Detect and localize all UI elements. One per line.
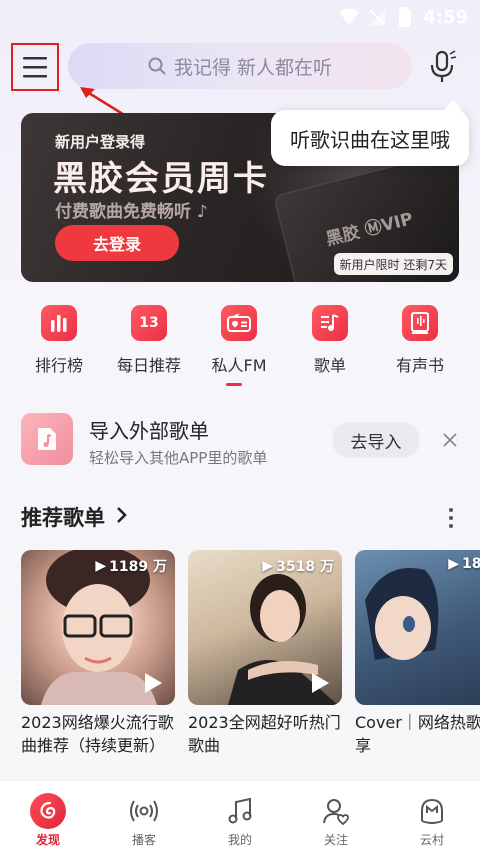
tab-mine[interactable]: 我的	[200, 793, 280, 848]
calendar-icon: 13	[131, 305, 167, 341]
tab-label: 云村	[419, 833, 444, 847]
voice-search-tooltip: 听歌识曲在这里哦	[271, 100, 469, 166]
quick-nav-fm[interactable]: 私人FM	[199, 305, 279, 376]
play-count: ▶ 1189 万	[95, 556, 167, 576]
import-title: 导入外部歌单	[89, 419, 209, 443]
wifi-icon	[339, 7, 360, 27]
recommended-playlists-header[interactable]: 推荐歌单	[21, 500, 461, 534]
banner-subline: 付费歌曲免费畅听 ♪	[55, 197, 208, 222]
tab-label: 播客	[131, 833, 156, 847]
banner-line1: 新用户登录得	[55, 133, 146, 151]
import-button[interactable]: 去导入	[332, 422, 420, 458]
quick-nav-audiobook[interactable]: 有声书	[380, 305, 460, 376]
tab-follow[interactable]: 关注	[296, 793, 376, 848]
podcast-icon	[126, 793, 162, 829]
play-count-text: 3518 万	[276, 559, 334, 575]
no-signal-icon	[367, 7, 387, 27]
bottom-tab-bar: 发现 播客 我的 关注 云村	[0, 780, 480, 853]
quick-nav-label: 歌单	[313, 356, 346, 375]
play-count-icon: ▶	[262, 558, 274, 574]
radio-icon	[221, 305, 257, 341]
limited-time-tag: 新用户限时 还剩7天	[333, 253, 453, 275]
community-icon	[414, 793, 450, 829]
playlist-name: 2023全网超好听热门歌曲	[188, 713, 341, 755]
playlist-cover: ▶ 3518 万	[188, 550, 342, 705]
play-count-icon: ▶	[95, 558, 107, 574]
quick-nav-playlist[interactable]: 歌单	[290, 305, 370, 376]
hamburger-icon	[23, 57, 47, 78]
import-subtitle: 轻松导入其他APP里的歌单	[89, 449, 268, 467]
quick-nav-indicator	[226, 383, 242, 386]
chevron-right-icon	[117, 507, 127, 523]
anime-image	[365, 568, 439, 660]
play-count: ▶ 3518 万	[262, 556, 334, 576]
tab-podcast[interactable]: 播客	[104, 793, 184, 848]
banner-headline: 黑胶会员周卡	[53, 159, 269, 199]
tab-label: 发现	[35, 833, 60, 847]
search-icon	[148, 57, 166, 75]
search-placeholder: 我记得 新人都在听	[173, 56, 333, 79]
banner-subline-text: 付费歌曲免费畅听	[55, 202, 191, 222]
quick-nav-label: 私人FM	[211, 356, 267, 375]
playlist-name: Cover｜网络热歌分享	[355, 713, 480, 755]
tab-label: 我的	[227, 833, 252, 847]
import-playlist-card: 导入外部歌单 轻松导入其他APP里的歌单 去导入	[0, 405, 480, 475]
tab-label: 关注	[323, 833, 348, 847]
quick-nav-chart[interactable]: 排行榜	[19, 305, 99, 376]
play-count-text: 1844	[462, 556, 480, 572]
music-note-icon	[222, 793, 258, 829]
playlist-cover: ▶ 1189 万	[21, 550, 175, 705]
battery-icon	[395, 7, 415, 27]
top-bar: 我记得 新人都在听	[0, 40, 480, 96]
search-bar[interactable]: 我记得 新人都在听	[68, 43, 412, 89]
tab-discover[interactable]: 发现	[8, 793, 88, 848]
playlist-card[interactable]: ▶1844 Cover｜网络热歌分享	[355, 550, 480, 757]
status-bar: 4:59	[0, 0, 480, 34]
voice-search-button[interactable]	[425, 47, 461, 87]
play-count-icon: ▶	[448, 556, 460, 572]
import-music-icon	[21, 413, 73, 465]
playlist-icon	[312, 305, 348, 341]
play-count: ▶1844	[448, 556, 480, 572]
chart-icon	[41, 305, 77, 341]
microphone-icon	[430, 50, 457, 82]
discover-icon	[30, 793, 66, 829]
playlist-carousel: ▶ 1189 万 2023网络爆火流行歌曲推荐（持续更新） ▶ 3518 万 202…	[21, 550, 480, 760]
playlist-card[interactable]: ▶ 3518 万 2023全网超好听热门歌曲	[188, 550, 342, 757]
tab-community[interactable]: 云村	[392, 793, 472, 848]
playlist-card[interactable]: ▶ 1189 万 2023网络爆火流行歌曲推荐（持续更新）	[21, 550, 175, 757]
quick-nav-label: 每日推荐	[116, 356, 181, 375]
section-title: 推荐歌单	[21, 506, 105, 530]
status-time: 4:59	[423, 6, 468, 28]
quick-nav-label: 有声书	[395, 356, 444, 375]
play-icon[interactable]	[308, 671, 332, 695]
vip-card-logo: 黑胶 ⓂVIP	[324, 209, 416, 251]
playlist-name: 2023网络爆火流行歌曲推荐（持续更新）	[21, 713, 174, 755]
menu-button[interactable]	[11, 43, 59, 91]
quick-nav-daily[interactable]: 13 每日推荐	[109, 305, 189, 376]
calendar-day: 13	[139, 315, 159, 331]
quick-nav-label: 排行榜	[34, 356, 83, 375]
play-icon[interactable]	[141, 671, 165, 695]
play-count-text: 1189 万	[109, 559, 167, 575]
audiobook-icon	[402, 305, 438, 341]
follow-icon	[318, 793, 354, 829]
music-note-small-icon: ♪	[196, 202, 208, 222]
more-options-icon[interactable]	[441, 504, 461, 532]
login-button[interactable]: 去登录	[55, 225, 179, 261]
close-icon[interactable]	[437, 427, 463, 453]
playlist-cover: ▶1844	[355, 550, 480, 705]
quick-nav: 排行榜 13 每日推荐 私人FM 歌单 有声书	[0, 305, 480, 390]
